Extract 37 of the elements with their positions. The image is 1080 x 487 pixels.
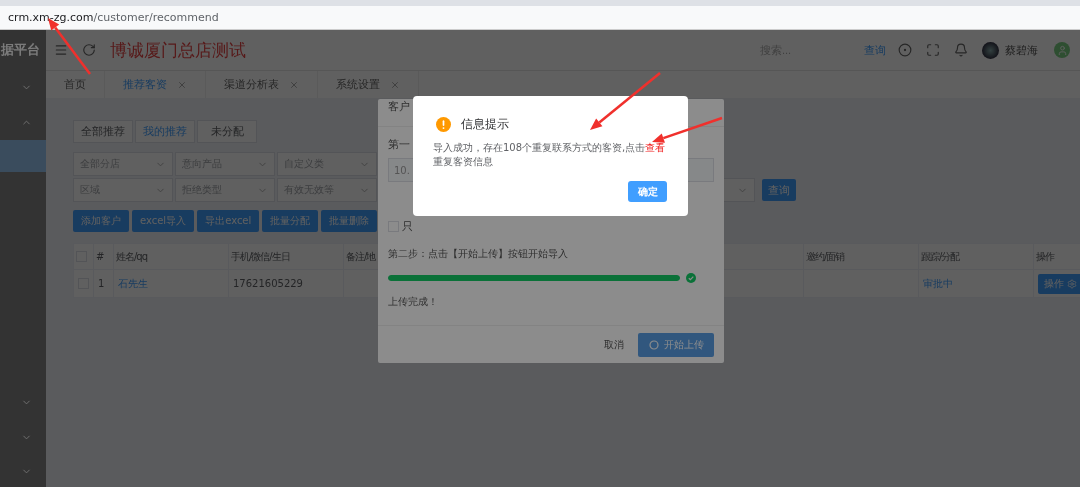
status-link[interactable]: 审批中	[923, 277, 953, 289]
address-bar[interactable]: crm.xm-zg.com/customer/recommend	[0, 6, 1080, 30]
cancel-button[interactable]: 取消	[604, 337, 624, 352]
dialog-title: 信息提示	[461, 116, 509, 133]
warning-icon	[436, 117, 451, 132]
close-icon[interactable]	[177, 79, 187, 90]
page-tab[interactable]: 推荐客资	[105, 71, 206, 98]
message-text: 导入成功，存在108个重复联系方式的客资,点击查看 重复客资信息	[433, 141, 667, 169]
step-label: 第一	[388, 137, 410, 152]
bell-icon[interactable]	[954, 43, 968, 57]
close-icon[interactable]	[390, 79, 400, 90]
customer-link[interactable]: 石先生	[118, 277, 148, 289]
row-number: 1	[98, 278, 105, 289]
page-title: 博诚厦门总店测试	[110, 38, 246, 62]
target-icon[interactable]	[898, 43, 912, 57]
search-link[interactable]: 查询	[864, 42, 886, 58]
avatar[interactable]	[982, 41, 999, 59]
refresh-icon[interactable]	[82, 43, 96, 57]
check-icon	[686, 273, 696, 283]
fullscreen-icon[interactable]	[926, 43, 940, 57]
column-header: #	[96, 251, 104, 262]
table-cell: 17621605229	[233, 278, 303, 289]
user-avatar[interactable]	[1054, 42, 1070, 58]
checkbox-label: 只	[402, 219, 413, 234]
spinner-icon	[648, 339, 659, 350]
dialog-title: 客户	[388, 99, 410, 114]
close-icon[interactable]	[289, 79, 299, 90]
segment-tab[interactable]: 我的推荐	[135, 120, 195, 143]
gear-icon	[1067, 278, 1077, 289]
confirm-button[interactable]: 确定	[628, 181, 667, 202]
status-text: 上传完成！	[388, 295, 438, 309]
sidebar-item[interactable]	[0, 140, 46, 172]
view-link[interactable]: 查看	[645, 142, 666, 153]
menu-icon[interactable]	[54, 43, 68, 57]
user-name[interactable]: 蔡碧海	[1005, 42, 1038, 58]
brand-text: 据平台	[0, 41, 41, 59]
action-button[interactable]: excel导入	[132, 210, 195, 232]
